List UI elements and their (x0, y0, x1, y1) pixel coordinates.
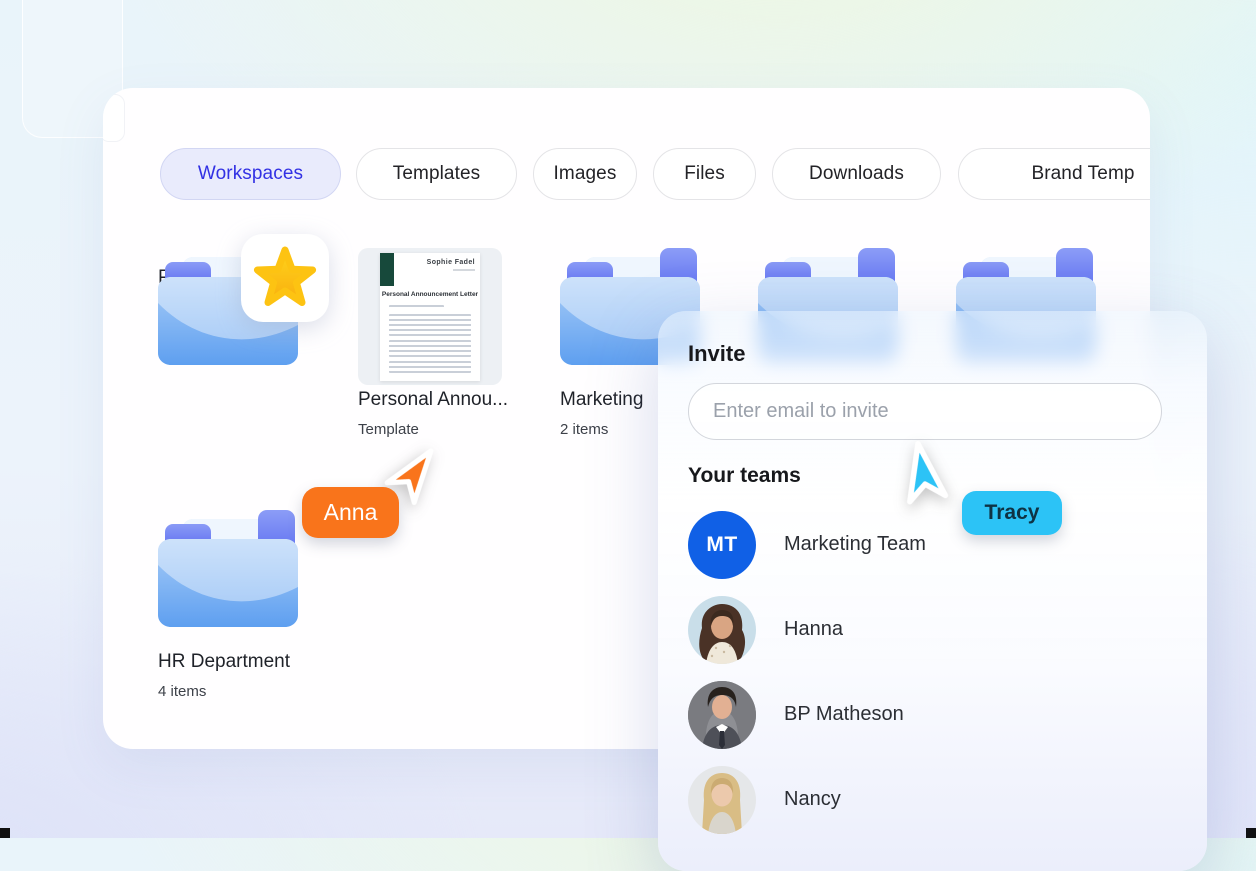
avatar-hanna (688, 596, 756, 664)
tab-workspaces[interactable]: Workspaces (160, 148, 341, 200)
corner-artifact (1246, 828, 1256, 838)
document-thumbnail: Sophie Fadel Personal Announcement Lette… (358, 248, 502, 385)
document-author-subline (453, 269, 475, 271)
tab-label: Downloads (809, 163, 904, 185)
folder-name: HR Department (158, 651, 308, 673)
folder-icon (158, 505, 298, 627)
document-author: Sophie Fadel (427, 259, 475, 266)
tab-label: Images (554, 163, 617, 185)
member-name: Marketing Team (784, 533, 926, 556)
member-name: Nancy (784, 788, 841, 811)
document-text-lines (389, 314, 471, 336)
cursor-user-name: Tracy (985, 501, 1040, 525)
document-page: Sophie Fadel Personal Announcement Lette… (380, 253, 480, 381)
member-row-nancy[interactable]: Nancy (688, 757, 1148, 842)
document-title: Personal Announcement Letter (380, 291, 480, 298)
tab-images[interactable]: Images (533, 148, 637, 200)
document-green-bar (380, 253, 394, 286)
tab-label: Templates (393, 163, 481, 185)
tab-downloads[interactable]: Downloads (772, 148, 941, 200)
document-text-lines (389, 361, 471, 373)
favorite-star-badge[interactable] (240, 233, 330, 323)
member-row-hanna[interactable]: Hanna (688, 587, 1148, 672)
folder-icon-wrap (158, 243, 298, 365)
invite-email-input[interactable] (688, 383, 1162, 440)
folder-hr-department[interactable]: HR Department 4 items (158, 505, 308, 700)
folder-private[interactable]: Private 2 items (158, 243, 308, 316)
anna-cursor-label: Anna (302, 487, 399, 538)
avatar-bp-matheson (688, 681, 756, 749)
member-name: BP Matheson (784, 703, 904, 726)
template-type: Template (358, 421, 508, 438)
tab-label: Workspaces (198, 163, 303, 185)
document-text-lines (389, 340, 471, 357)
invite-panel-title: Invite (688, 341, 745, 367)
member-name: Hanna (784, 618, 843, 641)
tab-templates[interactable]: Templates (356, 148, 517, 200)
cursor-user-name: Anna (324, 499, 378, 526)
invite-panel: Invite Your teams MT Marketing Team Hann… (658, 311, 1207, 871)
tracy-cursor-label: Tracy (962, 491, 1062, 535)
avatar-nancy (688, 766, 756, 834)
your-teams-heading: Your teams (688, 464, 801, 488)
template-name: Personal Annou... (358, 389, 508, 411)
tab-brand-templates[interactable]: Brand Temp (958, 148, 1150, 200)
folder-item-count: 4 items (158, 683, 308, 700)
card-edge-notch (103, 94, 125, 142)
tab-label: Files (684, 163, 725, 185)
template-personal-announcement[interactable]: Sophie Fadel Personal Announcement Lette… (358, 248, 508, 438)
member-row-bp-matheson[interactable]: BP Matheson (688, 672, 1148, 757)
tab-files[interactable]: Files (653, 148, 756, 200)
tab-label: Brand Temp (1031, 163, 1134, 185)
avatar-marketing-team: MT (688, 511, 756, 579)
document-text-lines (389, 305, 444, 310)
corner-artifact (0, 828, 10, 838)
